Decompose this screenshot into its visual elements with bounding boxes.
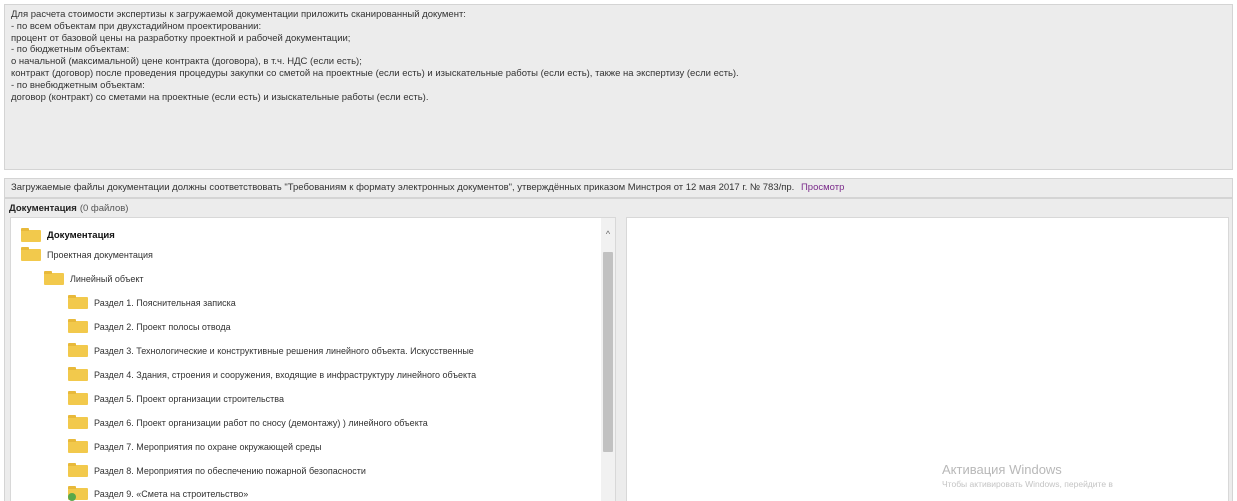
info-line: о начальной (максимальной) цене контракт… (11, 56, 362, 68)
tree-node-label: Раздел 2. Проект полосы отвода (94, 322, 231, 332)
tree-node-label: Раздел 1. Пояснительная записка (94, 298, 236, 308)
view-requirements-link[interactable]: Просмотр (801, 182, 844, 193)
watermark-subtitle: Чтобы активировать Windows, перейдите в (942, 479, 1113, 489)
format-notice-text: Загружаемые файлы документации должны со… (11, 182, 795, 193)
tree-node-label: Раздел 6. Проект организации работ по сн… (94, 418, 428, 428)
folder-icon (21, 247, 41, 261)
windows-activation-watermark: Активация Windows Чтобы активировать Win… (942, 462, 1113, 490)
documentation-tree[interactable]: Документация Проектная документация Лине… (10, 217, 616, 501)
folder-icon (68, 367, 88, 381)
scrollbar-thumb[interactable] (603, 252, 613, 452)
tree-node-section-7[interactable]: Раздел 7. Мероприятия по охране окружающ… (68, 439, 322, 455)
info-line: контракт (договор) после проведения проц… (11, 67, 739, 79)
info-line: процент от базовой цены на разработку пр… (11, 32, 351, 44)
info-line: договор (контракт) со сметами на проектн… (11, 91, 429, 103)
tree-node-label: Проектная документация (47, 250, 153, 260)
file-count: (0 файлов) (79, 203, 129, 214)
info-line: - по бюджетным объектам: (11, 44, 130, 56)
chevron-up-icon[interactable]: ^ (601, 228, 615, 240)
tree-node-section-9[interactable]: Раздел 9. «Смета на строительство» (68, 486, 248, 501)
folder-icon (68, 415, 88, 429)
expertise-info-box: Для расчета стоимости экспертизы к загру… (4, 4, 1233, 170)
tree-scrollbar[interactable]: ^ (601, 218, 615, 501)
tree-node-label: Документация (47, 230, 115, 241)
folder-icon (68, 391, 88, 405)
tree-node-section-8[interactable]: Раздел 8. Мероприятия по обеспечению пож… (68, 463, 366, 479)
folder-icon (44, 271, 64, 285)
info-line: - по внебюджетным объектам: (11, 79, 145, 91)
folder-icon (68, 295, 88, 309)
tree-node-label: Раздел 5. Проект организации строительст… (94, 394, 284, 404)
tree-node-section-4[interactable]: Раздел 4. Здания, строения и сооружения,… (68, 367, 476, 383)
tree-node-section-2[interactable]: Раздел 2. Проект полосы отвода (68, 319, 231, 335)
tree-node-label: Линейный объект (70, 274, 144, 284)
tree-node-label: Раздел 3. Технологические и конструктивн… (94, 346, 474, 356)
documentation-header: Документация (0 файлов) (9, 202, 128, 216)
tree-node-label: Раздел 7. Мероприятия по охране окружающ… (94, 442, 322, 452)
tree-node-label: Раздел 9. «Смета на строительство» (94, 489, 249, 499)
tree-node-label: Раздел 4. Здания, строения и сооружения,… (94, 370, 477, 380)
tree-node-section-1[interactable]: Раздел 1. Пояснительная записка (68, 295, 236, 311)
folder-icon (68, 343, 88, 357)
folder-icon (68, 463, 88, 477)
documentation-title: Документация (9, 203, 77, 214)
tree-node-project-documentation[interactable]: Проектная документация (21, 247, 153, 263)
tree-node-section-5[interactable]: Раздел 5. Проект организации строительст… (68, 391, 284, 407)
info-line: - по всем объектам при двухстадийном про… (11, 20, 262, 32)
documentation-panel: Документация (0 файлов) Документация Прое… (4, 198, 1233, 501)
watermark-title: Активация Windows (942, 462, 1062, 477)
format-requirements-notice: Загружаемые файлы документации должны со… (4, 178, 1233, 198)
plus-badge-icon (68, 493, 76, 501)
file-preview-area: Активация Windows Чтобы активировать Win… (626, 217, 1229, 501)
tree-node-documentation[interactable]: Документация (21, 228, 115, 244)
folder-icon (68, 486, 88, 501)
tree-node-section-6[interactable]: Раздел 6. Проект организации работ по сн… (68, 415, 428, 431)
tree-node-linear-object[interactable]: Линейный объект (44, 271, 144, 287)
tree-node-label: Раздел 8. Мероприятия по обеспечению пож… (94, 466, 366, 476)
folder-icon (21, 228, 41, 242)
tree-node-section-3[interactable]: Раздел 3. Технологические и конструктивн… (68, 343, 474, 359)
info-line: Для расчета стоимости экспертизы к загру… (11, 9, 466, 20)
folder-icon (68, 439, 88, 453)
folder-icon (68, 319, 88, 333)
